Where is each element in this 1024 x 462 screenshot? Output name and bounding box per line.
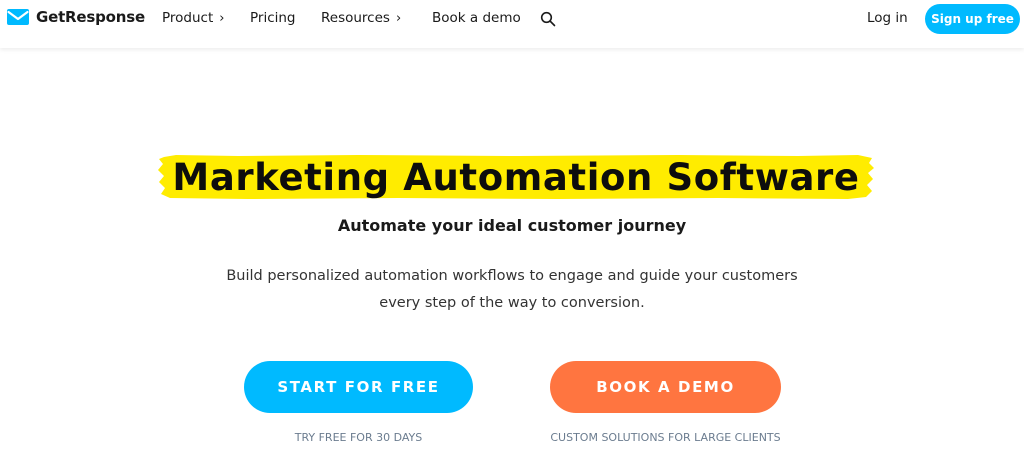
- chevron-right-icon: ›: [395, 10, 402, 26]
- nav-pricing-label: Pricing: [250, 10, 296, 26]
- large-clients-note: CUSTOM SOLUTIONS FOR LARGE CLIENTS: [550, 431, 781, 444]
- envelope-logo-icon: [7, 9, 29, 25]
- nav-product[interactable]: Product ›: [162, 10, 224, 26]
- brand-name: GetResponse: [36, 8, 145, 26]
- hero-title-block: Marketing Automation Software: [158, 154, 874, 200]
- top-navigation-bar: GetResponse Product › Pricing Resources …: [0, 0, 1024, 48]
- hero-subtitle: Automate your ideal customer journey: [337, 216, 687, 235]
- free-trial-note: TRY FREE FOR 30 DAYS: [294, 431, 423, 444]
- chevron-right-icon: ›: [219, 10, 225, 26]
- nav-resources[interactable]: Resources ›: [321, 10, 401, 26]
- book-a-demo-button[interactable]: BOOK A DEMO: [550, 361, 781, 413]
- nav-resources-label: Resources: [321, 10, 390, 26]
- signup-button[interactable]: Sign up free: [925, 4, 1020, 34]
- nav-book-a-demo[interactable]: Book a demo: [432, 10, 521, 26]
- page-title: Marketing Automation Software: [172, 155, 860, 199]
- brand-logo-link[interactable]: GetResponse: [6, 8, 145, 26]
- start-for-free-button[interactable]: START FOR FREE: [244, 361, 473, 413]
- nav-book-a-demo-label: Book a demo: [432, 10, 521, 26]
- search-icon[interactable]: [540, 11, 556, 27]
- login-link[interactable]: Log in: [867, 10, 908, 26]
- nav-pricing[interactable]: Pricing: [250, 10, 296, 26]
- nav-product-label: Product: [162, 10, 214, 26]
- hero-description: Build personalized automation workflows …: [226, 268, 798, 311]
